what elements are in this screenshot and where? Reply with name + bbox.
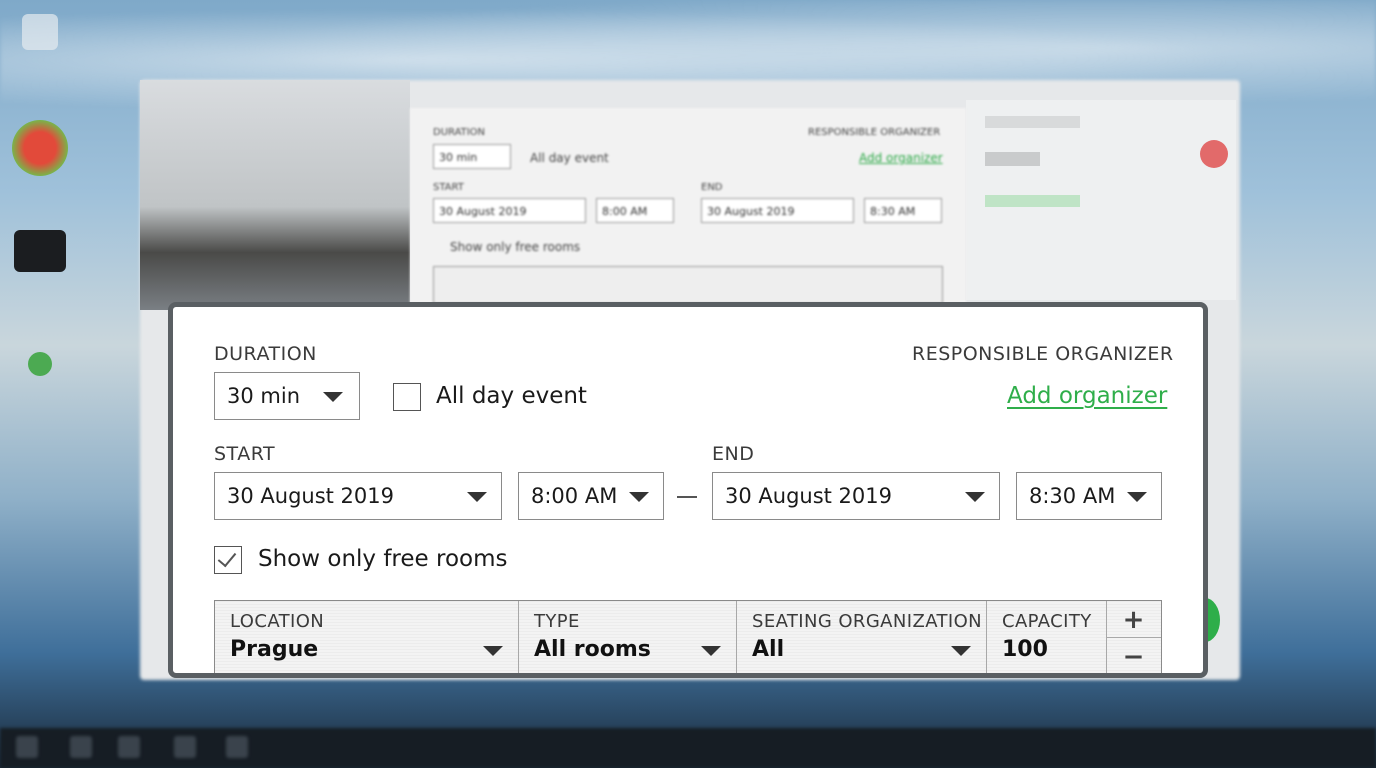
room-filter-row: LOCATION Prague TYPE All rooms SEATING O… bbox=[214, 600, 1162, 673]
desktop-app-icon bbox=[12, 120, 68, 176]
room-photo bbox=[140, 80, 410, 310]
chevron-down-icon bbox=[483, 646, 503, 656]
folder-icon bbox=[226, 736, 248, 758]
background-form: DURATION 30 min All day event RESPONSIBL… bbox=[410, 108, 966, 308]
close-circle-icon bbox=[1200, 140, 1228, 168]
chevron-down-icon bbox=[323, 392, 343, 402]
start-label: START bbox=[214, 443, 276, 465]
capacity-stepper: + − bbox=[1106, 601, 1161, 673]
taskbar bbox=[0, 728, 1376, 768]
add-organizer-link[interactable]: Add organizer bbox=[1007, 383, 1167, 409]
capacity-value: 100 bbox=[1002, 637, 1048, 662]
mini-filter-row bbox=[433, 266, 943, 304]
end-time-dropdown[interactable]: 8:30 AM bbox=[1016, 472, 1162, 520]
mini-free-rooms: Show only free rooms bbox=[450, 240, 581, 254]
location-value: Prague bbox=[230, 637, 319, 662]
taskview-icon bbox=[118, 736, 140, 758]
desktop-app-icon bbox=[14, 230, 66, 272]
chevron-down-icon bbox=[629, 492, 649, 502]
duration-dropdown[interactable]: 30 min bbox=[214, 372, 360, 420]
seating-value: All bbox=[752, 637, 785, 662]
all-day-label: All day event bbox=[436, 383, 587, 409]
chevron-down-icon bbox=[701, 646, 721, 656]
capacity-label: CAPACITY bbox=[1002, 611, 1092, 632]
mini-start-date: 30 August 2019 bbox=[433, 198, 586, 223]
seating-filter[interactable]: SEATING ORGANIZATION All bbox=[737, 601, 987, 673]
desktop-app-icon bbox=[28, 352, 52, 376]
mini-add-organizer: Add organizer bbox=[859, 151, 943, 165]
checkmark-icon bbox=[217, 547, 237, 568]
free-rooms-label: Show only free rooms bbox=[258, 546, 508, 572]
type-filter[interactable]: TYPE All rooms bbox=[519, 601, 737, 673]
blurred-text bbox=[985, 152, 1040, 166]
start-date-value: 30 August 2019 bbox=[227, 484, 395, 508]
organizer-label: RESPONSIBLE ORGANIZER bbox=[912, 343, 1174, 365]
mini-duration-label: DURATION bbox=[433, 127, 486, 138]
search-icon bbox=[70, 736, 92, 758]
chevron-down-icon bbox=[965, 492, 985, 502]
free-rooms-checkbox[interactable] bbox=[214, 546, 242, 574]
type-value: All rooms bbox=[534, 637, 651, 662]
start-time-dropdown[interactable]: 8:00 AM bbox=[518, 472, 664, 520]
start-icon bbox=[16, 736, 38, 758]
mini-end-time: 8:30 AM bbox=[864, 198, 942, 223]
location-filter[interactable]: LOCATION Prague bbox=[215, 601, 519, 673]
start-date-dropdown[interactable]: 30 August 2019 bbox=[214, 472, 502, 520]
mini-all-day: All day event bbox=[530, 151, 609, 165]
chevron-down-icon bbox=[1127, 492, 1147, 502]
location-label: LOCATION bbox=[230, 611, 325, 632]
chevron-down-icon bbox=[467, 492, 487, 502]
start-time-value: 8:00 AM bbox=[531, 484, 618, 508]
mini-start-time: 8:00 AM bbox=[596, 198, 674, 223]
end-time-value: 8:30 AM bbox=[1029, 484, 1116, 508]
increment-button[interactable]: + bbox=[1106, 601, 1161, 638]
browser-icon bbox=[174, 736, 196, 758]
mini-duration: 30 min bbox=[433, 144, 511, 169]
desktop-icon bbox=[22, 14, 58, 50]
chevron-down-icon bbox=[951, 646, 971, 656]
all-day-checkbox[interactable] bbox=[393, 383, 421, 411]
type-label: TYPE bbox=[534, 611, 580, 632]
decrement-button[interactable]: − bbox=[1106, 638, 1161, 673]
end-date-value: 30 August 2019 bbox=[725, 484, 893, 508]
blurred-text bbox=[985, 116, 1080, 128]
capacity-filter[interactable]: CAPACITY 100 bbox=[987, 601, 1107, 673]
mini-end-date: 30 August 2019 bbox=[701, 198, 854, 223]
blurred-text bbox=[985, 195, 1080, 207]
end-label: END bbox=[712, 443, 755, 465]
end-date-dropdown[interactable]: 30 August 2019 bbox=[712, 472, 1000, 520]
seating-label: SEATING ORGANIZATION bbox=[752, 611, 983, 632]
mini-end-label: END bbox=[701, 182, 723, 193]
mini-organizer-label: RESPONSIBLE ORGANIZER bbox=[808, 127, 941, 138]
duration-value: 30 min bbox=[227, 384, 300, 408]
duration-label: DURATION bbox=[214, 343, 317, 365]
zoomed-form-panel: DURATION 30 min All day event RESPONSIBL… bbox=[168, 302, 1208, 678]
mini-start-label: START bbox=[433, 182, 464, 193]
range-separator bbox=[677, 496, 697, 498]
